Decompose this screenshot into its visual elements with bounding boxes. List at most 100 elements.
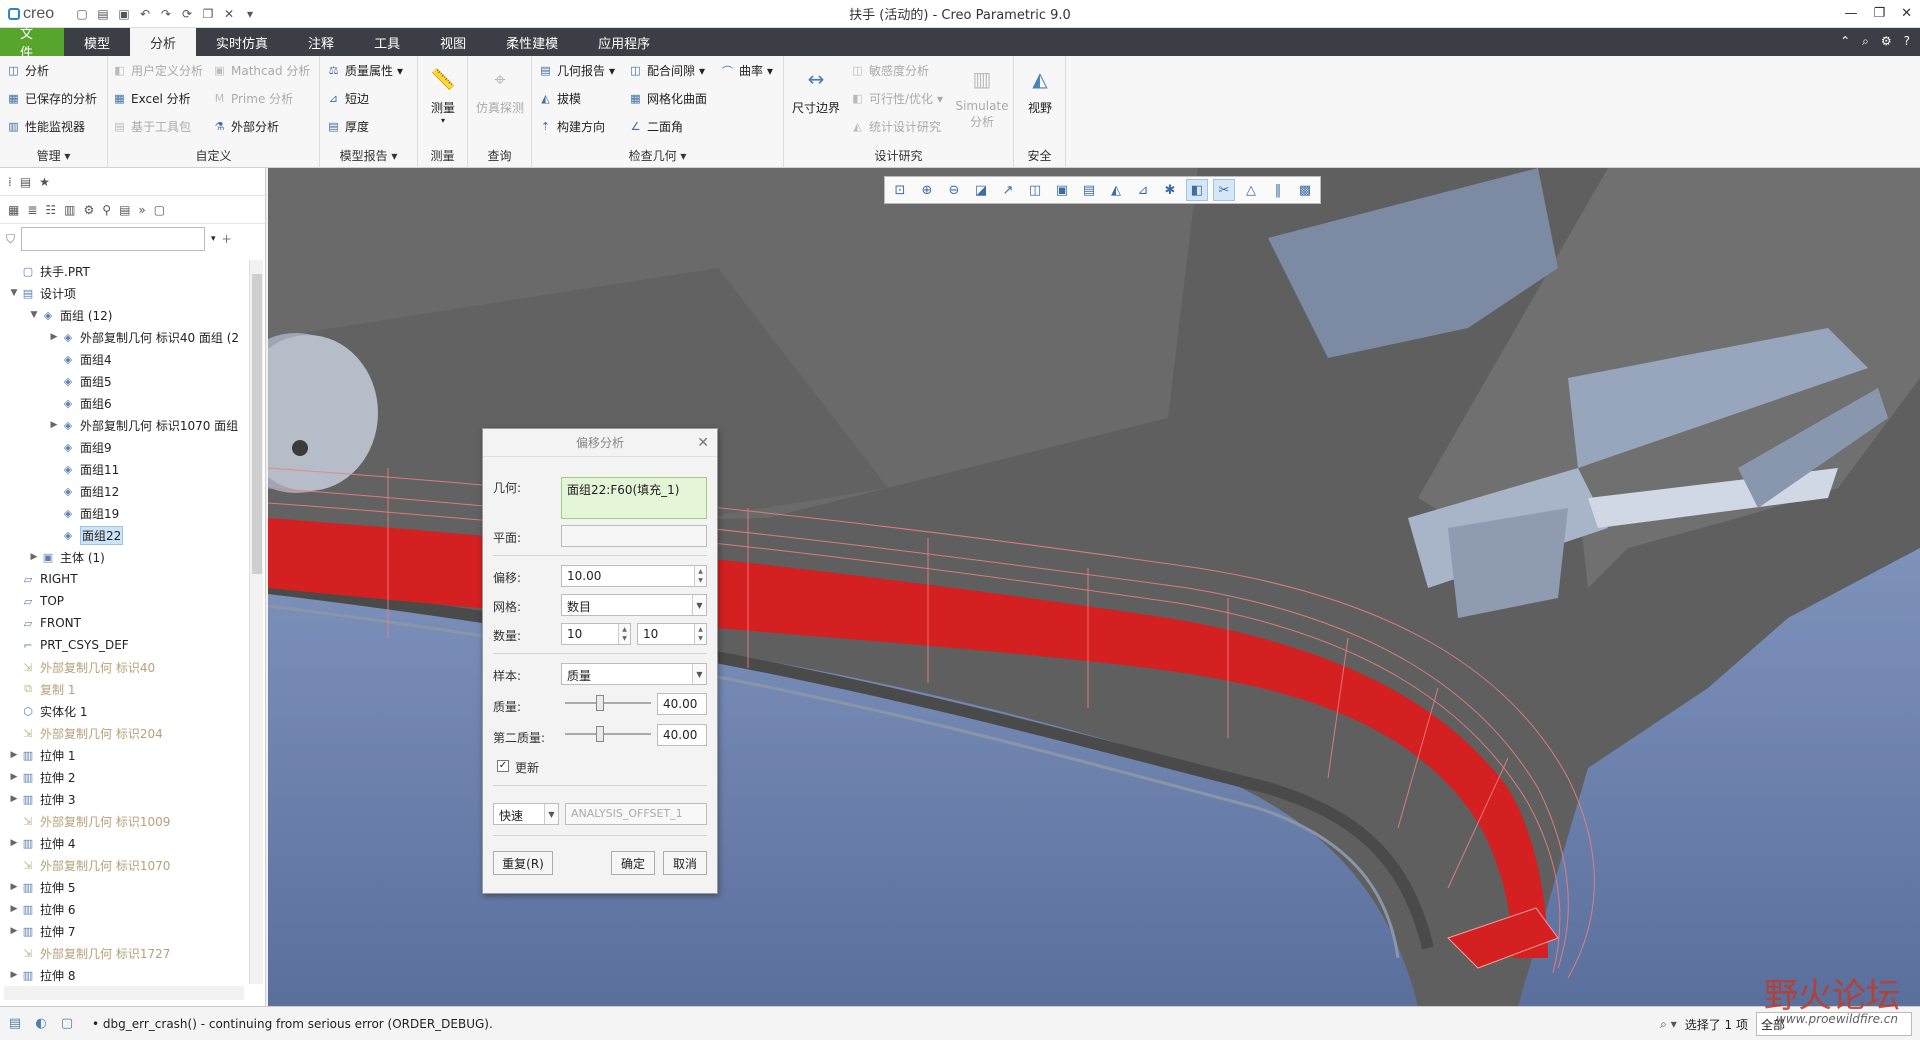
- zoom-out-icon[interactable]: ⊖: [943, 179, 965, 201]
- ok-button[interactable]: 确定: [611, 851, 655, 875]
- offset-input[interactable]: 10.00 ▲ ▼: [561, 565, 707, 587]
- tree-item[interactable]: ▼ ▤ 设计项: [0, 282, 246, 304]
- update-checkbox[interactable]: ✓: [497, 760, 509, 772]
- datum-display-icon[interactable]: ✱: [1159, 179, 1181, 201]
- customize-dropdown-icon[interactable]: ▾: [242, 6, 258, 22]
- help-icon[interactable]: ?: [1904, 34, 1910, 49]
- tree-item[interactable]: ▶ ▥ 拉伸 7: [0, 920, 246, 942]
- tree-item[interactable]: ▶ ◈ 外部复制几何 标识40 面组 (2: [0, 326, 246, 348]
- tree-item[interactable]: ▶ ▥ 拉伸 2: [0, 766, 246, 788]
- tree-item[interactable]: ▶ ▥ 拉伸 6: [0, 898, 246, 920]
- field-of-view-button[interactable]: ◭ 视野: [1020, 62, 1060, 116]
- excel-analysis-button[interactable]: ▦ Excel 分析: [112, 90, 190, 107]
- mesh-surface-button[interactable]: ▦ 网格化曲面: [628, 90, 707, 107]
- tab-tools[interactable]: 工具: [354, 28, 420, 56]
- tab-flexible-modeling[interactable]: 柔性建模: [486, 28, 578, 56]
- tab-annotate[interactable]: 注释: [288, 28, 354, 56]
- second-quality-input[interactable]: 40.00: [657, 724, 707, 746]
- tab-view[interactable]: 视图: [420, 28, 486, 56]
- settings-icon[interactable]: ⚙: [1881, 34, 1892, 49]
- tab-model[interactable]: 模型: [64, 28, 130, 56]
- tree-item[interactable]: ◈ 面组9: [0, 436, 246, 458]
- windows-icon[interactable]: ❐: [200, 6, 216, 22]
- saved-views-icon[interactable]: ▣: [1051, 179, 1073, 201]
- saved-analysis-button[interactable]: ▦ 已保存的分析: [6, 90, 97, 107]
- tree-item[interactable]: ▶ ▥ 拉伸 5: [0, 876, 246, 898]
- columns-table-icon[interactable]: ▤: [119, 203, 130, 217]
- tree-scrollbar[interactable]: [249, 260, 263, 984]
- dihedral-angle-button[interactable]: ∠ 二面角: [628, 118, 683, 135]
- performance-monitor-button[interactable]: ▥ 性能监视器: [6, 118, 85, 135]
- doc-icon[interactable]: ▢: [154, 203, 165, 217]
- second-quality-slider[interactable]: [565, 724, 651, 744]
- expand-toggle-icon[interactable]: ▶: [8, 970, 20, 980]
- mesh-dropdown[interactable]: 数目 ▼: [561, 594, 707, 616]
- tree-item[interactable]: ◈ 面组12: [0, 480, 246, 502]
- thickness-button[interactable]: ▤ 厚度: [326, 118, 369, 135]
- feasibility-optimization-button[interactable]: ◧ 可行性/优化 ▾: [850, 90, 943, 107]
- tree-item[interactable]: ◈ 面组6: [0, 392, 246, 414]
- zoom-in-icon[interactable]: ⊕: [916, 179, 938, 201]
- detail-view-icon[interactable]: ☷: [45, 203, 56, 217]
- analysis-display-icon[interactable]: ✂: [1213, 179, 1235, 201]
- toggle-navigator-icon[interactable]: ▤: [4, 1013, 26, 1035]
- tree-item[interactable]: ▱ RIGHT: [0, 568, 246, 590]
- save-icon[interactable]: ▣: [116, 6, 132, 22]
- tree-item[interactable]: ⬡ 实体化 1: [0, 700, 246, 722]
- open-file-icon[interactable]: ▤: [95, 6, 111, 22]
- section-icon[interactable]: ⊿: [1132, 179, 1154, 201]
- group-title-model-report[interactable]: 模型报告 ▾: [320, 147, 417, 164]
- dialog-titlebar[interactable]: 偏移分析 ✕: [483, 429, 717, 457]
- filter-icon[interactable]: ⛉: [6, 232, 15, 247]
- tree-item[interactable]: ◈ 面组22: [0, 524, 246, 546]
- tree-item[interactable]: ▶ ▥ 拉伸 8: [0, 964, 246, 984]
- tree-item[interactable]: ▱ TOP: [0, 590, 246, 612]
- close-window-icon[interactable]: ✕: [221, 6, 237, 22]
- quality-input[interactable]: 40.00: [657, 693, 707, 715]
- expand-toggle-icon[interactable]: ▼: [28, 310, 40, 320]
- favorites-tab-icon[interactable]: ★: [39, 175, 50, 189]
- perspective-icon[interactable]: ◭: [1105, 179, 1127, 201]
- short-edge-button[interactable]: ⊿ 短边: [326, 90, 369, 107]
- tree-item[interactable]: ⌐ PRT_CSYS_DEF: [0, 634, 246, 656]
- orient-icon[interactable]: ↗: [997, 179, 1019, 201]
- build-direction-button[interactable]: ⇡ 构建方向: [538, 118, 605, 135]
- full-screen-icon[interactable]: ▢: [56, 1013, 78, 1035]
- mass-properties-button[interactable]: ⚖ 质量属性 ▾: [326, 62, 403, 79]
- tab-live-simulation[interactable]: 实时仿真: [196, 28, 288, 56]
- tree-item[interactable]: ⇲ 外部复制几何 标识40: [0, 656, 246, 678]
- tree-search-input[interactable]: [21, 227, 206, 251]
- prime-analysis-button[interactable]: M Prime 分析: [212, 90, 293, 107]
- filter-tree-icon[interactable]: ⚲: [102, 203, 111, 217]
- search-icon[interactable]: ⌕: [1862, 34, 1869, 49]
- expand-toggle-icon[interactable]: ▶: [8, 882, 20, 892]
- show-icon[interactable]: ▦: [8, 203, 19, 217]
- more-icon[interactable]: »: [138, 203, 145, 217]
- columns-icon[interactable]: ▥: [64, 203, 75, 217]
- tree-item[interactable]: ⇲ 外部复制几何 标识1727: [0, 942, 246, 964]
- sensitivity-analysis-button[interactable]: ◫ 敏感度分析: [850, 62, 929, 79]
- tree-item[interactable]: ⧉ 复制 1: [0, 678, 246, 700]
- tab-applications[interactable]: 应用程序: [578, 28, 670, 56]
- statistical-design-button[interactable]: ◭ 统计设计研究: [850, 118, 941, 135]
- redo-icon[interactable]: ↷: [158, 6, 174, 22]
- tree-item[interactable]: ▢ 扶手.PRT: [0, 260, 246, 282]
- tree-item[interactable]: ◈ 面组5: [0, 370, 246, 392]
- count-v-spinner[interactable]: ▲ ▼: [694, 624, 706, 644]
- quality-slider[interactable]: [565, 693, 651, 713]
- find-icon[interactable]: ⌕ ▾: [1660, 1017, 1677, 1032]
- folder-browser-tab-icon[interactable]: ▤: [20, 175, 31, 189]
- expand-toggle-icon[interactable]: ▶: [28, 552, 40, 562]
- expand-toggle-icon[interactable]: ▶: [48, 332, 60, 342]
- expand-toggle-icon[interactable]: ▶: [8, 838, 20, 848]
- tree-item[interactable]: ◈ 面组4: [0, 348, 246, 370]
- plane-collector[interactable]: [561, 525, 707, 547]
- pause-icon[interactable]: ‖: [1267, 179, 1289, 201]
- dimension-boundary-button[interactable]: ↔ 尺寸边界: [788, 62, 844, 116]
- cancel-button[interactable]: 取消: [663, 851, 707, 875]
- geometry-report-button[interactable]: ▤ 几何报告 ▾: [538, 62, 615, 79]
- expand-toggle-icon[interactable]: ▶: [8, 794, 20, 804]
- tab-analysis[interactable]: 分析: [130, 28, 197, 56]
- expand-toggle-icon[interactable]: ▼: [8, 288, 20, 298]
- tree-item[interactable]: ◈ 面组19: [0, 502, 246, 524]
